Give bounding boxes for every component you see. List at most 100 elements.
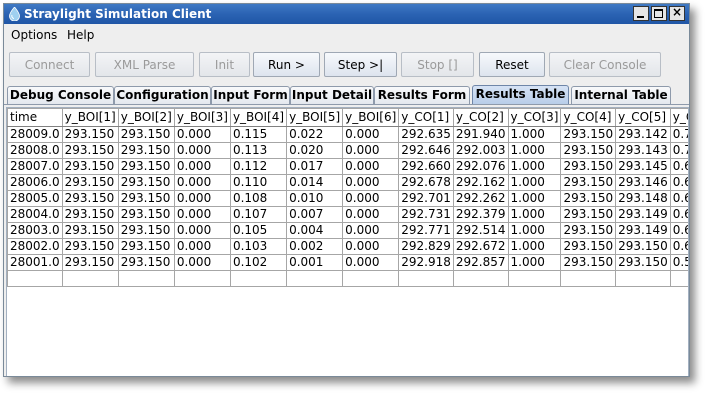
table-cell[interactable]: 293.150 — [61, 142, 119, 159]
run-button[interactable]: Run > — [253, 52, 320, 77]
table-cell[interactable]: 293.149 — [615, 206, 671, 223]
table-cell[interactable]: 293.150 — [117, 142, 175, 159]
table-cell[interactable]: 292.771 — [398, 222, 454, 239]
table-cell[interactable]: 0.103 — [229, 238, 288, 255]
xml-parse-button[interactable]: XML Parse — [95, 52, 194, 77]
column-header[interactable]: y_CO[2] — [452, 108, 509, 127]
stop-button[interactable]: Stop [] — [401, 52, 474, 77]
table-cell[interactable]: 293.150 — [117, 254, 175, 271]
minimize-button[interactable] — [633, 6, 649, 21]
table-cell[interactable]: 1.000 — [507, 190, 562, 207]
tab-debug-console[interactable]: Debug Console — [7, 86, 114, 104]
table-cell[interactable]: 292.076 — [452, 158, 509, 175]
table-cell[interactable]: 1.000 — [507, 206, 562, 223]
table-cell[interactable]: 293.150 — [560, 142, 617, 159]
table-cell[interactable]: 292.857 — [452, 254, 509, 271]
table-cell[interactable]: 293.150 — [615, 254, 671, 271]
clear-console-button[interactable]: Clear Console — [549, 52, 661, 77]
tab-input-form[interactable]: Input Form — [211, 86, 290, 104]
table-cell[interactable] — [615, 270, 671, 287]
title-bar[interactable]: Straylight Simulation Client × — [4, 4, 689, 24]
tab-input-detail[interactable]: Input Detail — [290, 86, 374, 104]
tab-results-table[interactable]: Results Table — [472, 85, 569, 104]
table-cell[interactable]: 293.150 — [117, 222, 175, 239]
maximize-button[interactable] — [651, 6, 667, 21]
table-cell[interactable]: 1.000 — [507, 126, 562, 143]
table-cell[interactable]: 293.150 — [61, 238, 119, 255]
table-cell[interactable] — [7, 270, 63, 287]
column-header[interactable]: y_CO[1] — [398, 108, 454, 127]
table-cell[interactable]: 293.150 — [117, 126, 175, 143]
table-cell[interactable]: 0.113 — [229, 142, 288, 159]
table-cell[interactable] — [669, 270, 688, 287]
table-cell[interactable]: 293.150 — [560, 254, 617, 271]
table-cell[interactable]: 0.000 — [342, 174, 400, 191]
table-cell[interactable]: 293.150 — [560, 238, 617, 255]
init-button[interactable]: Init — [199, 52, 250, 77]
table-cell[interactable] — [452, 270, 509, 287]
table-cell[interactable]: 293.150 — [61, 190, 119, 207]
table-cell[interactable]: 292.701 — [398, 190, 454, 207]
table-cell[interactable]: 1.000 — [507, 174, 562, 191]
tab-results-form[interactable]: Results Form — [374, 86, 470, 104]
table-cell[interactable] — [61, 270, 119, 287]
table-cell[interactable]: 0.690 — [669, 174, 688, 191]
table-cell[interactable]: 0.696 — [669, 158, 688, 175]
reset-button[interactable]: Reset — [479, 52, 545, 77]
table-cell[interactable]: 293.150 — [117, 174, 175, 191]
table-cell[interactable]: 0.112 — [229, 158, 288, 175]
table-cell[interactable]: 28001.0 — [7, 254, 63, 271]
table-cell[interactable]: 293.150 — [61, 158, 119, 175]
column-header[interactable]: time — [7, 108, 63, 127]
table-cell[interactable]: 0.010 — [286, 190, 344, 207]
table-cell[interactable]: 0.107 — [229, 206, 288, 223]
table-row[interactable]: 28009.0 293.150 293.150 0.000 0.115 0.022 0.00… — [7, 126, 688, 143]
table-cell[interactable]: 0.108 — [229, 190, 288, 207]
table-cell[interactable]: 0.105 — [229, 222, 288, 239]
table-cell[interactable]: 0.000 — [342, 142, 400, 159]
table-row[interactable]: 28004.0 293.150 293.150 0.000 0.107 0.007 0.00… — [7, 206, 688, 223]
table-cell[interactable]: 0.000 — [342, 190, 400, 207]
table-cell[interactable] — [286, 270, 344, 287]
table-cell[interactable]: 293.150 — [61, 206, 119, 223]
table-cell[interactable]: 0.000 — [173, 254, 231, 271]
table-cell[interactable]: 0.000 — [173, 222, 231, 239]
table-cell[interactable]: 293.150 — [615, 238, 671, 255]
table-cell[interactable] — [229, 270, 288, 287]
table-cell[interactable]: 28006.0 — [7, 174, 63, 191]
table-cell[interactable]: 0.001 — [286, 254, 344, 271]
menu-help[interactable]: Help — [67, 27, 94, 43]
connect-button[interactable]: Connect — [9, 52, 90, 77]
table-cell[interactable]: 292.731 — [398, 206, 454, 223]
table-cell[interactable]: 293.146 — [615, 174, 671, 191]
table-cell[interactable]: 0.110 — [229, 174, 288, 191]
table-cell[interactable]: 0.017 — [286, 158, 344, 175]
table-cell[interactable]: 293.150 — [560, 158, 617, 175]
table-cell[interactable]: 1.000 — [507, 142, 562, 159]
table-cell[interactable] — [560, 270, 617, 287]
table-cell[interactable]: 0.681 — [669, 190, 688, 207]
table-cell[interactable]: 0.020 — [286, 142, 344, 159]
table-cell[interactable]: 293.150 — [117, 158, 175, 175]
table-cell[interactable]: 292.379 — [452, 206, 509, 223]
table-cell[interactable]: 292.003 — [452, 142, 509, 159]
table-cell[interactable]: 292.646 — [398, 142, 454, 159]
table-cell[interactable]: 0.000 — [342, 238, 400, 255]
column-header[interactable]: y_BOI[1] — [61, 108, 119, 127]
table-cell[interactable]: 0.626 — [669, 238, 688, 255]
table-cell[interactable]: 1.000 — [507, 238, 562, 255]
table-cell[interactable] — [398, 270, 454, 287]
table-cell[interactable]: 293.148 — [615, 190, 671, 207]
table-cell[interactable]: 292.672 — [452, 238, 509, 255]
table-cell[interactable]: 293.150 — [61, 222, 119, 239]
table-cell[interactable]: 0.004 — [286, 222, 344, 239]
table-cell[interactable]: 293.145 — [615, 158, 671, 175]
table-cell[interactable]: 291.940 — [452, 126, 509, 143]
table-cell[interactable]: 28008.0 — [7, 142, 63, 159]
column-header[interactable]: y_CO[4] — [560, 108, 617, 127]
table-cell[interactable] — [173, 270, 231, 287]
table-cell[interactable]: 1.000 — [507, 222, 562, 239]
table-cell[interactable]: 292.660 — [398, 158, 454, 175]
table-cell[interactable] — [507, 270, 562, 287]
table-cell[interactable]: 293.149 — [615, 222, 671, 239]
